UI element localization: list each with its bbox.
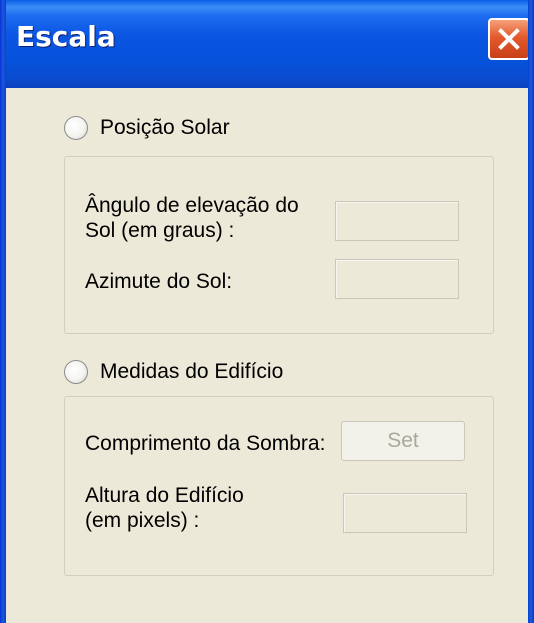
radio-button-solar-position[interactable] (64, 116, 88, 140)
window-frame-right (528, 0, 534, 623)
radio-button-building-measures[interactable] (64, 360, 88, 384)
radio-label-solar-position: Posição Solar (100, 116, 230, 139)
azimuth-field[interactable] (335, 259, 459, 299)
building-height-field[interactable] (343, 493, 467, 533)
radio-label-building-measures: Medidas do Edifício (100, 360, 284, 383)
azimuth-label: Azimute do Sol: (85, 270, 233, 293)
close-icon (498, 28, 520, 50)
radio-building-measures[interactable]: Medidas do Edifício (64, 360, 283, 384)
close-button[interactable] (488, 18, 530, 60)
building-measures-group: Comprimento da Sombra: Set Altura do Edi… (64, 396, 494, 576)
building-height-label-line1: Altura do Edifício (85, 484, 244, 507)
dialog-client-area: Posição Solar Ângulo de elevação do Sol … (6, 88, 528, 623)
elevation-label-line1: Ângulo de elevação do (85, 194, 299, 217)
solar-position-group: Ângulo de elevação do Sol (em graus) : A… (64, 156, 494, 334)
window-title: Escala (16, 20, 116, 53)
radio-solar-position[interactable]: Posição Solar (64, 116, 230, 140)
elevation-angle-field[interactable] (335, 201, 459, 241)
title-bar[interactable]: Escala (0, 0, 534, 88)
shadow-length-label: Comprimento da Sombra: (85, 432, 326, 455)
building-height-label-line2: (em pixels) : (85, 509, 200, 532)
set-button[interactable]: Set (341, 421, 465, 461)
escala-dialog: Escala Posição Solar Ângulo de elevação … (0, 0, 534, 623)
elevation-label-line2: Sol (em graus) : (85, 219, 235, 242)
